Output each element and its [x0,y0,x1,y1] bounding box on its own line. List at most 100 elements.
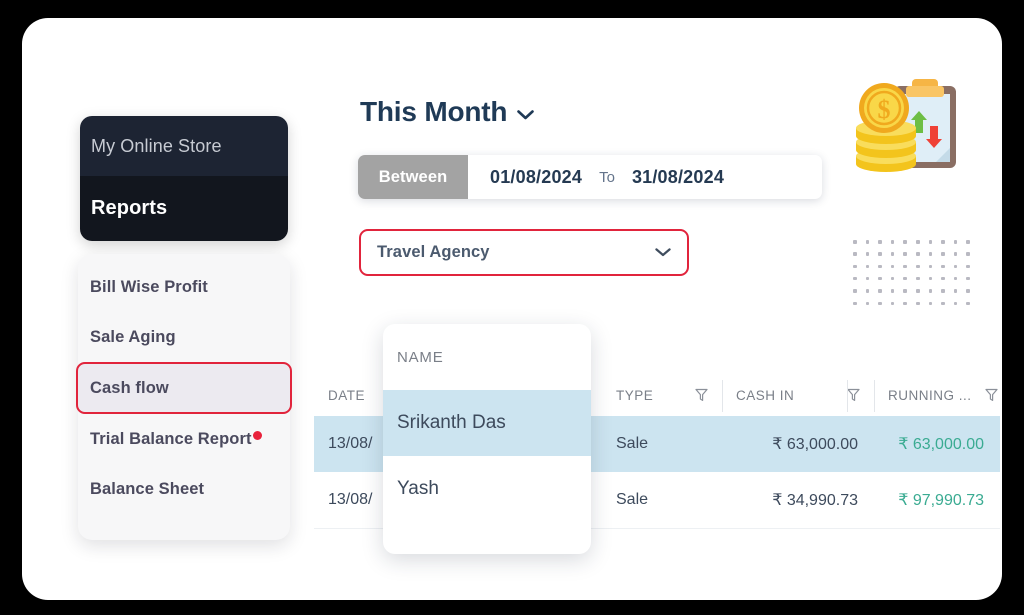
grid-dot [865,240,870,244]
grid-dot [890,276,895,281]
menu-item-trial-balance-report[interactable]: Trial Balance Report [78,414,290,464]
grid-dot [853,240,857,244]
grid-dot [953,289,958,293]
dropdown-bottom-spacer [383,522,591,554]
filter-icon[interactable] [985,388,998,402]
grid-dot [916,276,920,281]
grid-dot [941,264,945,269]
grid-dot [853,276,857,281]
grid-dot [865,276,870,281]
grid-dot [916,240,920,244]
cell-type: Sale [616,491,649,508]
name-option-srikanth-das[interactable]: Srikanth Das [383,390,591,456]
grid-dot [890,252,895,256]
agency-select-value: Travel Agency [377,243,490,261]
column-header-label: RUNNING ... [888,387,972,403]
menu-item-bill-wise-profit[interactable]: Bill Wise Profit [78,262,290,312]
grid-dot [928,252,933,256]
grid-dot [903,252,907,256]
grid-dot [878,301,882,306]
grid-dot [890,301,895,306]
date-to-input[interactable]: 31/08/2024 [632,167,724,188]
grid-dot [878,264,882,269]
section-title-row[interactable]: Reports [80,176,288,241]
date-to-separator-label: To [599,168,615,186]
period-label: This Month [360,96,508,127]
column-header-label: DATE [328,387,366,403]
date-from-input[interactable]: 01/08/2024 [490,167,582,188]
date-range-bar: Between 01/08/2024 To 31/08/2024 [358,155,822,199]
grid-dot [916,252,920,256]
store-name-label: My Online Store [91,135,222,156]
section-title-label: Reports [91,197,168,219]
grid-dot [966,252,970,256]
grid-dot [853,289,857,293]
agency-select[interactable]: Travel Agency [359,229,689,276]
date-range-mode-button[interactable]: Between [358,155,468,199]
cell-cash-in: ₹ 63,000.00 [772,436,858,453]
grid-dot [928,264,933,269]
screenshot-root: My Online Store Reports Bill Wise Profit… [0,0,1024,615]
reports-menu: Bill Wise Profit Sale Aging Cash flow Tr… [76,254,292,540]
grid-dot [865,301,870,306]
grid-dot [878,276,882,281]
column-header-running-total[interactable]: RUNNING ... [874,374,1000,416]
grid-dot [903,301,907,306]
column-header-cash-in[interactable]: CASH IN [722,374,874,416]
grid-dot [941,240,945,244]
column-header-label: CASH IN [736,387,795,403]
grid-dot [865,289,870,293]
grid-dot [966,301,970,306]
name-option-yash[interactable]: Yash [383,456,591,522]
period-selector[interactable]: This Month [360,96,535,128]
grid-dot [853,264,857,269]
cell-type: Sale [616,435,649,452]
store-name-row[interactable]: My Online Store [80,116,288,176]
grid-dot [890,264,895,269]
menu-item-cash-flow[interactable]: Cash flow [76,362,292,414]
grid-dot [941,276,945,281]
grid-dot [878,289,882,293]
store-header-card: My Online Store Reports [80,116,288,241]
grid-dot [903,264,907,269]
grid-dot [903,276,907,281]
cell-cash-in: ₹ 34,990.73 [772,492,858,509]
grid-dot [916,264,920,269]
date-range-mode-label: Between [378,167,448,186]
date-range-fields: 01/08/2024 To 31/08/2024 [468,155,822,199]
menu-item-label: Bill Wise Profit [90,277,208,296]
grid-dot [853,252,857,256]
grid-dot [928,240,933,244]
menu-item-sale-aging[interactable]: Sale Aging [78,312,290,362]
menu-item-label: Cash flow [90,378,169,397]
financial-report-clipboard-coins-illustration: $ [856,79,956,172]
grid-dot [916,289,920,293]
grid-dot [928,276,933,281]
column-header-label: TYPE [616,387,654,403]
grid-dot [953,240,958,244]
chevron-down-icon [655,248,671,257]
grid-dot [853,301,857,306]
grid-dot [966,289,970,293]
menu-item-label: Sale Aging [90,327,176,346]
menu-item-balance-sheet[interactable]: Balance Sheet [78,464,290,514]
filter-icon[interactable] [695,388,708,402]
app-card: My Online Store Reports Bill Wise Profit… [22,18,1002,600]
grid-dot [903,289,907,293]
name-dropdown-title: NAME [397,348,444,366]
grid-dot [903,240,907,244]
menu-item-label: Trial Balance Report [90,429,252,448]
grid-dot [941,252,945,256]
grid-dot [966,240,970,244]
grid-dot [966,264,970,269]
grid-dot [941,301,945,306]
svg-text:$: $ [878,95,891,124]
grid-dot [890,289,895,293]
column-header-type[interactable]: TYPE [602,374,722,416]
filter-icon[interactable] [847,388,860,402]
grid-dot [878,240,882,244]
grid-dot [966,276,970,281]
grid-dot [928,301,933,306]
name-option-label: Yash [397,478,439,499]
grid-dot [916,301,920,306]
